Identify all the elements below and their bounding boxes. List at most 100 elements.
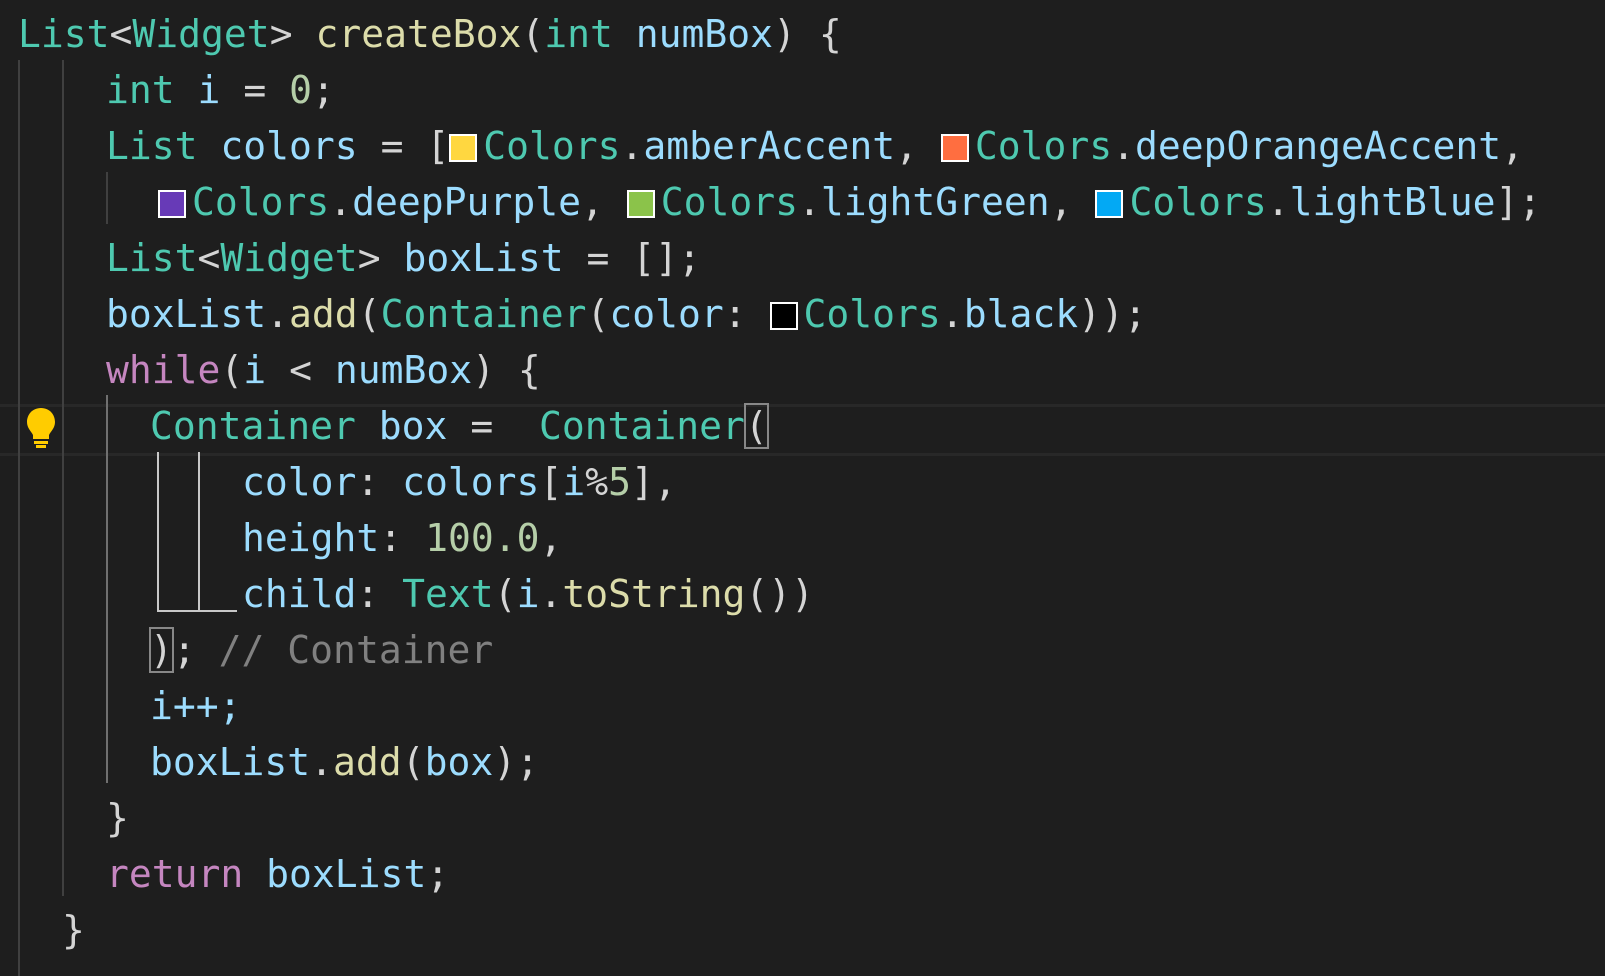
indent-guide — [106, 172, 108, 224]
token-punct: ], — [631, 460, 677, 504]
token-keyword: int — [544, 12, 613, 56]
token-op: = — [243, 68, 267, 112]
token-punct: . — [266, 292, 290, 336]
bracket-pair-guide — [157, 452, 159, 612]
token-function: createBox — [315, 12, 522, 56]
token-punct: ( — [401, 740, 425, 784]
token-param: color — [609, 292, 724, 336]
code-line-4: Colors.deepPurple, Colors.lightGreen, Co… — [158, 174, 1605, 230]
indent-guide-active — [106, 395, 108, 783]
token-type: Widget — [132, 12, 270, 56]
code-line-9: color: colors[i%5], — [242, 454, 1605, 510]
token-var: i — [562, 460, 586, 504]
token-punct: )); — [1078, 292, 1147, 336]
token-class: Colors — [483, 124, 621, 168]
token-keyword: while — [106, 348, 221, 392]
token-type: List — [18, 12, 110, 56]
token-class: Text — [402, 572, 494, 616]
token-method: add — [333, 740, 402, 784]
token-prop: deepOrangeAccent — [1135, 124, 1502, 168]
token-prop: deepPurple — [352, 180, 581, 224]
token-op: % — [585, 460, 609, 504]
color-swatch-icon[interactable] — [158, 190, 186, 218]
token-punct: : — [356, 460, 380, 504]
matching-bracket: ( — [743, 403, 769, 449]
token-punct: , — [539, 516, 563, 560]
token-punct: ( — [521, 12, 545, 56]
token-punct: : — [379, 516, 403, 560]
token-number: 0 — [289, 68, 312, 112]
token-punct: ; — [172, 628, 196, 672]
token-punct: ; — [426, 852, 450, 896]
color-swatch-icon[interactable] — [449, 134, 478, 162]
token-punct: . — [1112, 124, 1136, 168]
code-line-14: boxList.add(box); — [150, 734, 1605, 790]
token-brace: { — [818, 12, 842, 56]
code-line-2: int i = 0; — [106, 62, 1605, 118]
token-punct: , — [580, 180, 604, 224]
token-punct: [ — [539, 460, 563, 504]
token-var: boxList — [266, 852, 427, 896]
token-var: i — [197, 68, 221, 112]
token-param: numBox — [635, 12, 774, 56]
code-line-10: height: 100.0, — [242, 510, 1605, 566]
token-punct: . — [798, 180, 821, 224]
color-swatch-icon[interactable] — [769, 302, 798, 330]
token-method: toString — [562, 572, 746, 616]
indent-guide — [18, 60, 20, 976]
code-line-12: ); // Container — [149, 622, 1605, 678]
token-punct: []; — [632, 236, 701, 280]
token-param: child — [242, 572, 357, 616]
token-keyword: int — [106, 68, 175, 112]
token-var: boxList — [150, 740, 311, 784]
bracket-pair-guide — [157, 610, 237, 612]
token-brace: { — [517, 348, 541, 392]
token-brace: } — [106, 796, 129, 840]
token-punct: ( — [493, 572, 517, 616]
token-prop: black — [963, 292, 1079, 336]
token-op: = — [586, 236, 610, 280]
indent-guide — [62, 60, 64, 896]
token-class: Colors — [974, 124, 1113, 168]
token-punct: , — [895, 124, 918, 168]
token-method: add — [289, 292, 358, 336]
token-class: Colors — [660, 180, 799, 224]
code-line-5: List<Widget> boxList = []; — [106, 230, 1605, 286]
token-class: Container — [150, 404, 356, 448]
token-var: colors — [220, 124, 358, 168]
bracket-pair-guide — [198, 452, 200, 612]
token-number: 5 — [608, 460, 632, 504]
token-param: numBox — [334, 348, 473, 392]
token-punct: . — [329, 180, 353, 224]
token-punct: > — [269, 12, 293, 56]
token-punct: ( — [220, 348, 244, 392]
token-punct: ]; — [1495, 180, 1542, 224]
token-punct: ) — [773, 12, 796, 56]
token-punct: : — [356, 572, 380, 616]
token-punct: ) — [472, 348, 496, 392]
code-editor[interactable]: List<Widget> createBox(int numBox) { int… — [0, 0, 1605, 976]
code-line-16: return boxList; — [106, 846, 1605, 902]
token-var: box — [378, 404, 448, 448]
color-swatch-icon[interactable] — [940, 134, 969, 162]
token-var: i — [243, 348, 267, 392]
token-type: List — [106, 124, 198, 168]
token-punct: ( — [357, 292, 381, 336]
token-op: < — [289, 348, 312, 392]
code-line-8: Container box = Container( — [150, 398, 1605, 454]
token-keyword: return — [106, 852, 244, 896]
token-class: Colors — [192, 180, 330, 224]
token-number: 100.0 — [425, 516, 540, 560]
token-var: boxList — [106, 292, 267, 336]
token-brace: } — [62, 908, 85, 952]
code-line-11: child: Text(i.toString()) — [242, 566, 1605, 622]
token-punct: ; — [311, 68, 335, 112]
code-line-15: } — [106, 790, 1605, 846]
token-prop: lightGreen — [820, 180, 1050, 224]
color-swatch-icon[interactable] — [626, 190, 655, 218]
lightbulb-icon[interactable] — [24, 406, 58, 450]
color-swatch-icon[interactable] — [1095, 190, 1124, 218]
token-var: boxList — [403, 236, 564, 280]
token-punct: < — [109, 12, 133, 56]
token-punct: : — [723, 292, 747, 336]
